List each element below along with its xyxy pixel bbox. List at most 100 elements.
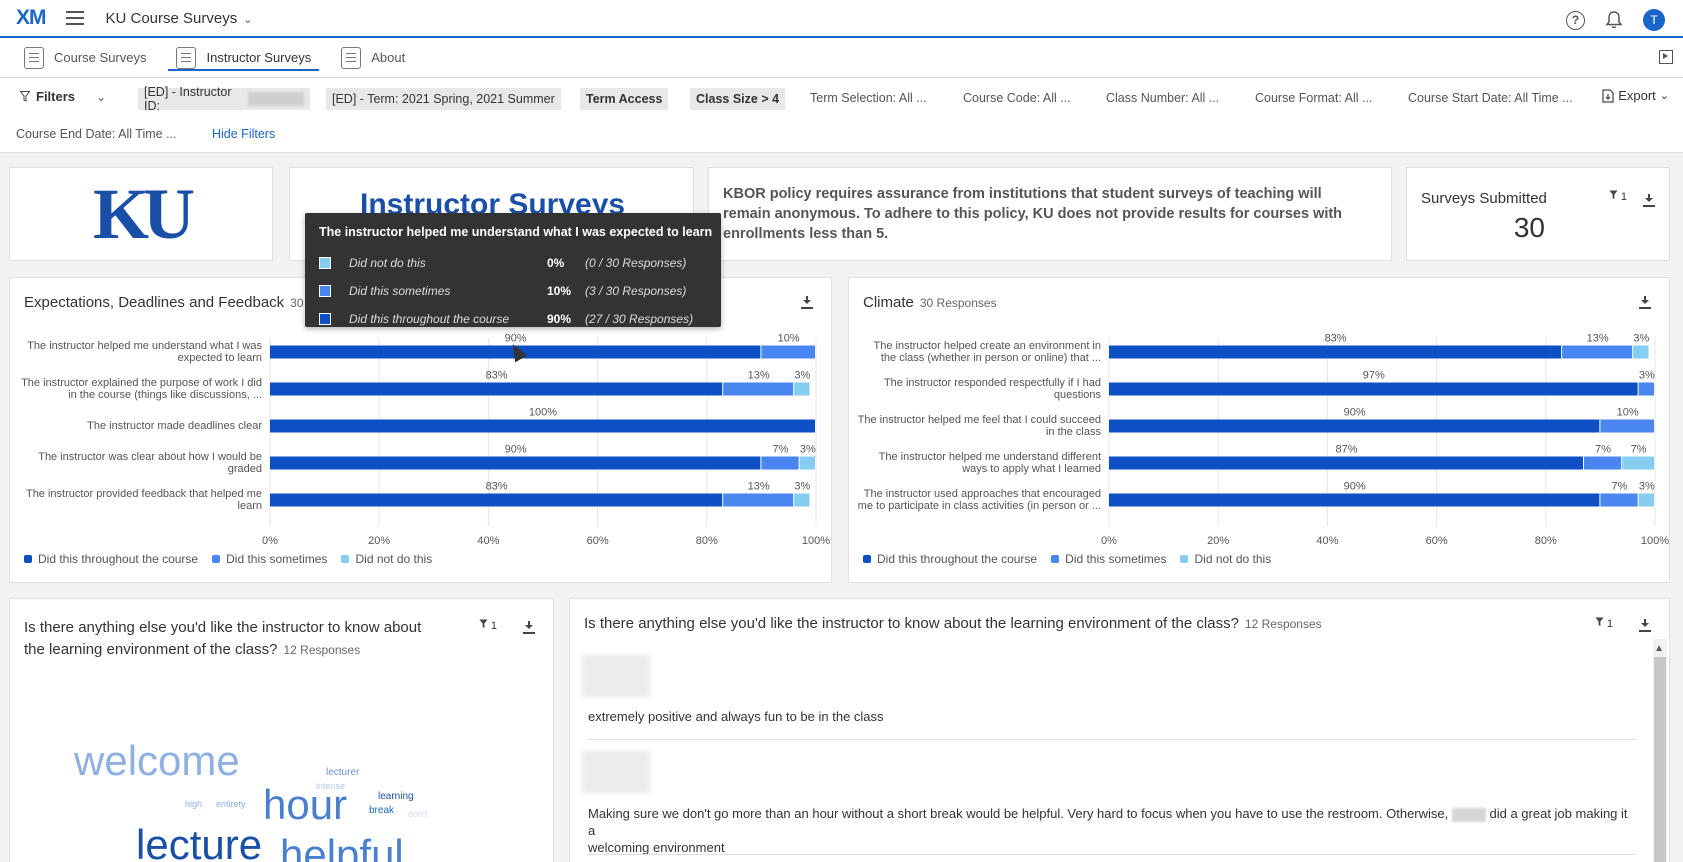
scroll-up-arrow-icon[interactable]: ▲ [1654,643,1664,654]
xm-logo[interactable]: XM [16,6,46,30]
ku-logo-card: KU [9,167,273,261]
category-label: The instructor helped create an environm… [874,340,1101,352]
wordcloud-word: entirety [216,799,246,809]
legend-label: Did not do this [1194,552,1272,566]
chevron-down-icon[interactable]: ⌄ [96,90,106,104]
bar-segment [270,456,761,470]
comment-text-part: welcoming environment [588,840,725,855]
chart-legend: Did this throughout the course Did this … [863,552,1271,566]
legend-swatch [863,555,871,563]
legend-item-not[interactable]: Did not do this [341,552,432,566]
filter-chip-instructor-id[interactable]: [ED] - Instructor ID: [138,85,310,113]
filter-class-number[interactable]: Class Number: All ... [1106,91,1219,105]
category-label: The instructor explained the purpose of … [21,377,262,389]
funnel-icon [1595,617,1604,627]
tab-about[interactable]: About [333,38,413,77]
tooltip-row: Did this sometimes 10% (3 / 30 Responses… [319,277,707,305]
notification-bell-icon[interactable] [1605,11,1623,29]
menu-icon[interactable] [65,11,84,25]
response-count: 12 Responses [283,643,361,657]
data-label: 87% [1335,444,1357,456]
legend-swatch [24,555,32,563]
bar-segment [1600,419,1654,433]
legend-item-throughout[interactable]: Did this throughout the course [863,552,1037,566]
filter-course-code[interactable]: Course Code: All ... [963,91,1071,105]
data-label: 3% [1633,333,1649,345]
data-label: 3% [1639,481,1655,493]
tab-instructor-surveys[interactable]: Instructor Surveys [168,38,320,77]
legend-label: Did not do this [355,552,433,566]
chevron-down-icon: ⌄ [243,13,253,26]
hide-filters-link[interactable]: Hide Filters [212,127,275,141]
bar-segment [270,493,723,507]
filter-course-format[interactable]: Course Format: All ... [1255,91,1372,105]
legend-label: Did this sometimes [1065,552,1167,566]
filter-count: 1 [1606,618,1613,630]
comment-text: Making sure we don't go more than an hou… [588,805,1628,856]
bar-segment [1584,456,1622,470]
bar-segment [1109,382,1638,396]
data-label: 83% [1325,333,1347,345]
x-tick-label: 60% [587,535,609,547]
tab-label: Course Surveys [54,50,147,65]
legend-item-sometimes[interactable]: Did this sometimes [212,552,327,566]
data-label: 10% [778,333,800,345]
widget-title-line: the learning environment of the class? [24,641,278,658]
x-tick-label: 100% [1641,535,1669,547]
filters-toggle[interactable]: Filters [20,89,75,104]
project-selector[interactable]: KU Course Surveys ⌄ [106,10,253,27]
funnel-icon [20,91,30,102]
user-avatar[interactable]: T [1643,9,1665,31]
legend-item-sometimes[interactable]: Did this sometimes [1051,552,1166,566]
respondent-avatar [582,655,650,697]
category-label: learn [238,500,262,512]
wordcloud-word: hour [263,781,348,828]
filter-chip-term-access[interactable]: Term Access [580,88,669,110]
help-icon[interactable]: ? [1566,10,1585,30]
bar-segment [270,382,723,396]
category-label: The instructor responded respectfully if… [884,377,1101,389]
legend-item-not[interactable]: Did not do this [1180,552,1271,566]
export-button[interactable]: Export ⌄ [1602,88,1669,103]
bar-segment [1109,493,1600,507]
filter-indicator[interactable]: 1 [1595,617,1613,630]
category-label: The instructor helped me feel that I cou… [858,414,1101,426]
filter-chip-term[interactable]: [ED] - Term: 2021 Spring, 2021 Summer [326,88,561,110]
download-icon[interactable] [1643,194,1655,208]
legend-item-throughout[interactable]: Did this throughout the course [24,552,198,566]
respondent-avatar [582,751,650,793]
climate-chart-card: Climate 30 Responses 0% 20% 40% 60% 80% 100% Th… [848,277,1670,583]
data-label: 3% [794,481,810,493]
filter-course-end-date[interactable]: Course End Date: All Time ... [16,127,177,141]
expand-panel-icon[interactable] [1659,50,1673,64]
filter-term-selection[interactable]: Term Selection: All ... [810,91,927,105]
data-label: 100% [529,407,557,419]
climate-bar-chart: 0% 20% 40% 60% 80% 100% The instructor helped … [858,333,1670,548]
legend-label: Did this throughout the course [38,552,199,566]
category-label: The instructor helped me understand diff… [879,451,1101,463]
x-tick-label: 40% [1316,535,1338,547]
tooltip-responses: (27 / 30 Responses) [585,312,694,326]
data-label: 97% [1363,370,1385,382]
category-label: graded [228,463,262,475]
bar-segment [1638,382,1654,396]
tab-course-surveys[interactable]: Course Surveys [16,38,154,77]
bar-segment [761,456,799,470]
tab-label: Instructor Surveys [206,50,312,65]
download-icon[interactable] [1639,619,1651,633]
x-tick-label: 0% [262,535,278,547]
wordcloud-word: don't [408,809,428,819]
download-icon[interactable] [523,621,535,635]
filter-course-start-date[interactable]: Course Start Date: All Time ... [1408,91,1573,105]
filter-chip-class-size[interactable]: Class Size > 4 [690,88,786,110]
bar-segment [723,493,794,507]
tooltip-pct: 10% [547,284,572,298]
expectations-bar-chart: 0% 20% 40% 60% 80% 100% The instructor helped … [21,333,830,548]
scrollbar-thumb[interactable] [1654,657,1666,862]
data-label: 90% [505,444,527,456]
x-tick-label: 20% [1207,535,1229,547]
filter-indicator[interactable]: 1 [1609,190,1627,203]
tooltip-label: Did not do this [349,256,426,270]
filter-indicator[interactable]: 1 [479,619,497,632]
project-title: KU Course Surveys [105,9,238,27]
